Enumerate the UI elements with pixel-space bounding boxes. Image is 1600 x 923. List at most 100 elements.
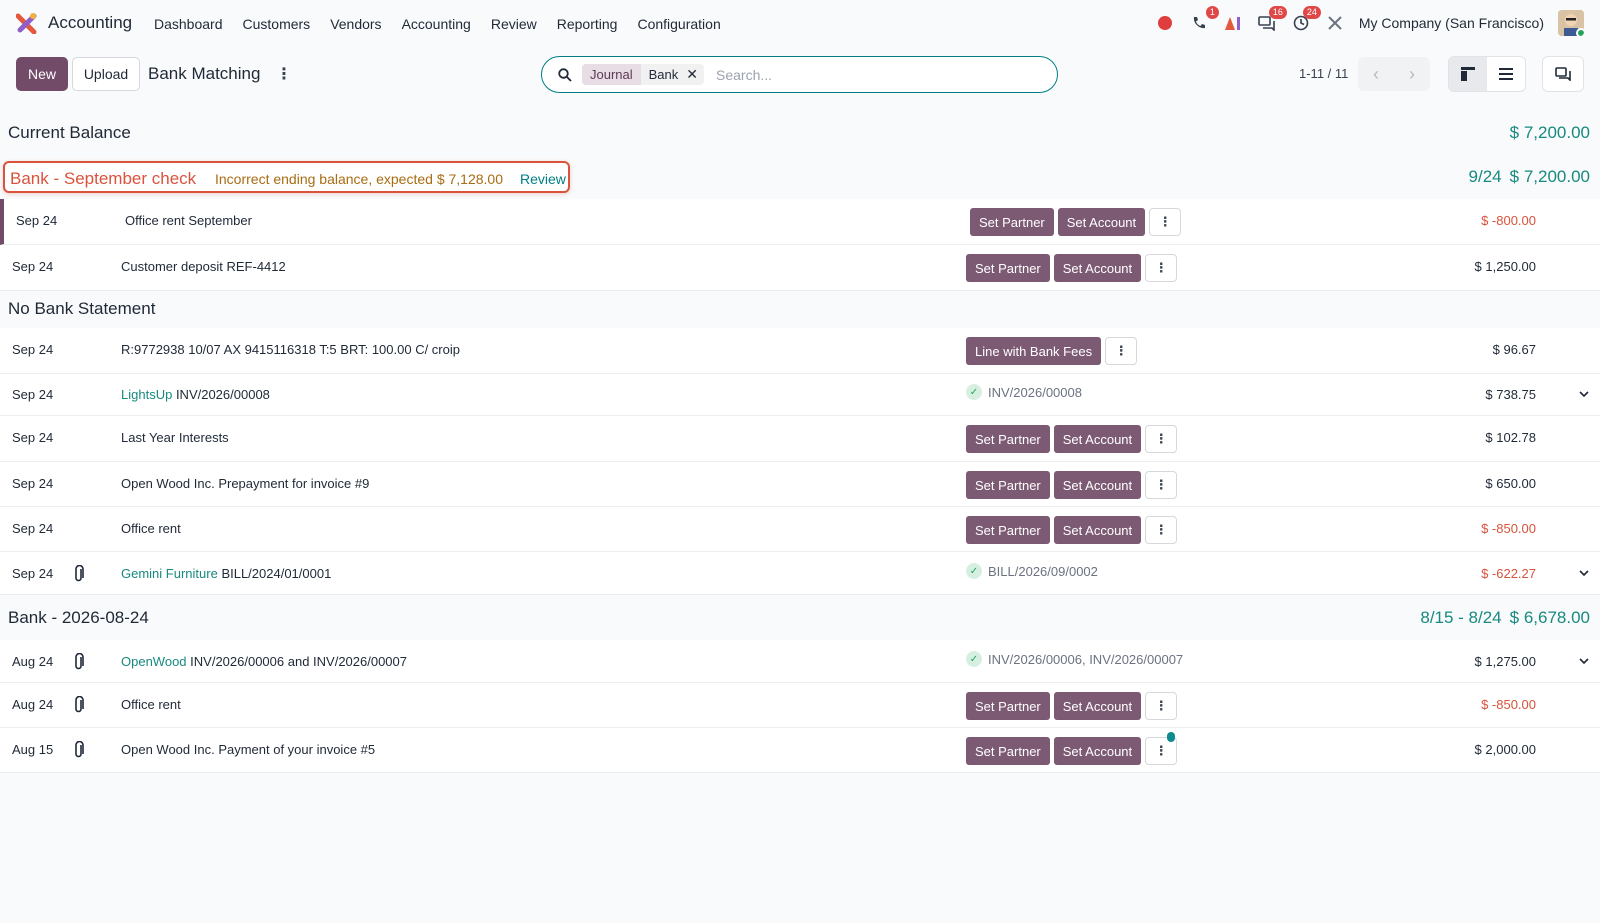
statement-title[interactable]: Bank - 2026-08-24	[8, 608, 149, 628]
table-row[interactable]: Aug 15 Open Wood Inc. Payment of your in…	[0, 728, 1600, 773]
search-icon[interactable]	[558, 67, 572, 82]
menu-dashboard[interactable]: Dashboard	[154, 16, 223, 32]
menu-accounting[interactable]: Accounting	[402, 16, 471, 32]
table-row[interactable]: Sep 24 Office rent Set Partner Set Accou…	[0, 507, 1600, 552]
menu-configuration[interactable]: Configuration	[637, 16, 720, 32]
set-partner-button[interactable]: Set Partner	[966, 737, 1050, 765]
matched-reference[interactable]: INV/2026/00006, INV/2026/00007	[988, 652, 1183, 667]
menu-customers[interactable]: Customers	[243, 16, 311, 32]
clock-icon[interactable]: 24	[1291, 6, 1321, 33]
line-date: Sep 24	[16, 213, 58, 228]
attachment-icon[interactable]	[72, 565, 86, 583]
table-row[interactable]: Aug 24 Office rent Set Partner Set Accou…	[0, 683, 1600, 728]
line-more-icon[interactable]: ⋮	[1145, 471, 1178, 499]
attachment-icon[interactable]	[72, 741, 86, 759]
company-switcher[interactable]: My Company (San Francisco)	[1359, 15, 1544, 31]
line-date: Sep 24	[12, 387, 54, 402]
pager-next-icon[interactable]: ›	[1394, 57, 1430, 91]
page-title: Bank Matching	[148, 64, 261, 83]
bank-fees-button[interactable]: Line with Bank Fees	[966, 337, 1102, 365]
menu-review[interactable]: Review	[491, 16, 537, 32]
phone-badge: 1	[1205, 6, 1219, 19]
chevron-down-icon[interactable]	[1578, 655, 1590, 667]
chevron-down-icon[interactable]	[1578, 388, 1590, 400]
search-input[interactable]	[716, 66, 1017, 83]
line-actions: Set Partner Set Account ⋮	[966, 425, 1178, 453]
tools-icon[interactable]	[1325, 13, 1345, 33]
attachment-icon[interactable]	[72, 653, 86, 671]
set-account-button[interactable]: Set Account	[1053, 471, 1142, 499]
line-amount: $ 650.00	[1485, 476, 1536, 491]
set-account-button[interactable]: Set Account	[1053, 516, 1142, 544]
set-partner-button[interactable]: Set Partner	[966, 516, 1050, 544]
line-label: Office rent	[121, 521, 181, 536]
ai-icon[interactable]	[1223, 13, 1243, 33]
messages-icon[interactable]: 16	[1257, 6, 1287, 33]
review-link[interactable]: Review	[520, 171, 566, 187]
line-date: Sep 24	[12, 566, 54, 581]
table-row[interactable]: Sep 24 Customer deposit REF-4412 Set Par…	[0, 245, 1600, 291]
matched-entry: ✓ INV/2026/00008	[966, 384, 1082, 400]
line-label: Gemini Furniture BILL/2024/01/0001	[121, 566, 331, 581]
line-date: Aug 24	[12, 654, 54, 669]
table-row[interactable]: Sep 24 Gemini Furniture BILL/2024/01/000…	[0, 552, 1600, 595]
kanban-view-icon[interactable]	[1449, 57, 1487, 91]
line-label: R:9772938 10/07 AX 9415116318 T:5 BRT: 1…	[121, 342, 460, 357]
table-row[interactable]: Sep 24 R:9772938 10/07 AX 9415116318 T:5…	[0, 328, 1600, 374]
set-partner-button[interactable]: Set Partner	[966, 692, 1050, 720]
phone-icon[interactable]: 1	[1189, 6, 1219, 33]
set-account-button[interactable]: Set Account	[1053, 692, 1142, 720]
line-more-icon[interactable]: ⋮	[1149, 208, 1182, 236]
attachment-icon[interactable]	[72, 696, 86, 714]
set-partner-button[interactable]: Set Partner	[966, 254, 1050, 282]
line-more-icon[interactable]: ⋮	[1145, 425, 1178, 453]
menu-vendors[interactable]: Vendors	[330, 16, 381, 32]
check-icon: ✓	[966, 651, 982, 667]
set-account-button[interactable]: Set Account	[1053, 425, 1142, 453]
line-more-icon[interactable]: ⋮	[1145, 692, 1178, 720]
line-amount: $ -850.00	[1481, 697, 1536, 712]
line-date: Sep 24	[12, 521, 54, 536]
partner-link[interactable]: LightsUp	[121, 387, 172, 402]
line-amount: $ 102.78	[1485, 430, 1536, 445]
chatter-toggle-button[interactable]	[1542, 56, 1584, 92]
actions-menu-icon[interactable]: ⋮	[276, 66, 292, 84]
set-partner-button[interactable]: Set Partner	[966, 471, 1050, 499]
table-row[interactable]: Sep 24 Open Wood Inc. Prepayment for inv…	[0, 462, 1600, 507]
statement-title[interactable]: Bank - September check	[10, 169, 196, 189]
set-account-button[interactable]: Set Account	[1057, 208, 1146, 236]
statement-totals: 8/15 - 8/24 $ 6,678.00	[1420, 608, 1590, 628]
line-amount: $ 1,250.00	[1474, 259, 1536, 274]
line-date: Sep 24	[12, 259, 54, 274]
line-more-icon[interactable]: ⋮	[1105, 337, 1138, 365]
remove-facet-icon[interactable]: ✕	[686, 64, 705, 85]
table-row[interactable]: Sep 24 LightsUp INV/2026/00008 ✓ INV/202…	[0, 374, 1600, 416]
drag-handle-dot[interactable]	[1167, 732, 1176, 742]
set-partner-button[interactable]: Set Partner	[970, 208, 1054, 236]
line-more-icon[interactable]: ⋮	[1145, 254, 1178, 282]
matched-reference[interactable]: INV/2026/00008	[988, 385, 1082, 400]
partner-link[interactable]: Gemini Furniture	[121, 566, 218, 581]
partner-link[interactable]: OpenWood	[121, 654, 187, 669]
chevron-down-icon[interactable]	[1578, 567, 1590, 579]
list-view-icon[interactable]	[1487, 57, 1525, 91]
table-row[interactable]: Aug 24 OpenWood INV/2026/00006 and INV/2…	[0, 640, 1600, 683]
matched-reference[interactable]: BILL/2026/09/0002	[988, 564, 1098, 579]
set-account-button[interactable]: Set Account	[1053, 737, 1142, 765]
pager-previous-icon[interactable]: ‹	[1358, 57, 1394, 91]
line-more-icon[interactable]: ⋮	[1145, 732, 1178, 765]
menu-reporting[interactable]: Reporting	[557, 16, 618, 32]
set-account-button[interactable]: Set Account	[1053, 254, 1142, 282]
avatar[interactable]	[1558, 10, 1584, 36]
set-partner-button[interactable]: Set Partner	[966, 425, 1050, 453]
table-row[interactable]: Sep 24 Last Year Interests Set Partner S…	[0, 416, 1600, 462]
new-button[interactable]: New	[16, 57, 68, 91]
pager-value[interactable]: 1-11 / 11	[1299, 66, 1348, 81]
record-icon[interactable]	[1155, 13, 1175, 33]
table-row[interactable]: Sep 24 Office rent September Set Partner…	[0, 199, 1600, 245]
line-more-icon[interactable]: ⋮	[1145, 516, 1178, 544]
app-name[interactable]: Accounting	[48, 13, 132, 33]
upload-button[interactable]: Upload	[72, 57, 140, 91]
app-logo-icon[interactable]	[16, 12, 38, 34]
line-amount: $ 738.75	[1485, 387, 1536, 402]
